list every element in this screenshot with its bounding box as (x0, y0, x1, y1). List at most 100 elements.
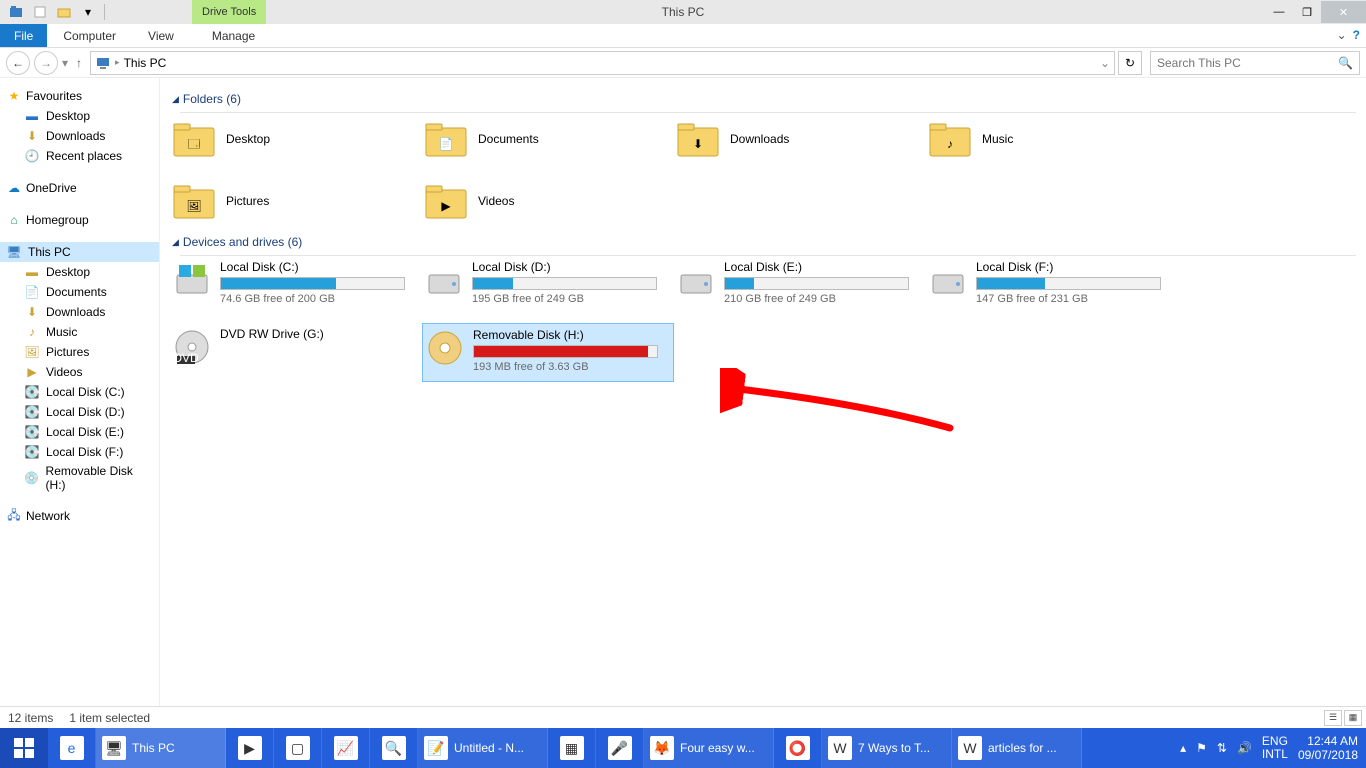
folder-tile[interactable]: ⬇Downloads (674, 113, 926, 165)
taskbar-app[interactable]: 🦊Four easy w... (644, 728, 774, 768)
close-button[interactable]: ✕ (1321, 1, 1366, 23)
capacity-bar (473, 345, 658, 358)
taskbar-app[interactable]: 🔍 (370, 728, 418, 768)
sidebar-item[interactable]: 📄Documents (0, 282, 159, 302)
taskbar-app[interactable]: ▶ (226, 728, 274, 768)
drive-tile[interactable]: Removable Disk (H:)193 MB free of 3.63 G… (422, 323, 674, 382)
folder-tile[interactable]: 📄Documents (422, 113, 674, 165)
quick-access-toolbar: ▾ (4, 2, 109, 22)
sidebar-item[interactable]: 🖼Pictures (0, 342, 159, 362)
sidebar-item[interactable]: 💽Local Disk (C:) (0, 382, 159, 402)
drive-tile[interactable]: Local Disk (E:)210 GB free of 249 GB (674, 256, 926, 313)
refresh-button[interactable]: ↻ (1118, 51, 1142, 75)
collapse-icon[interactable]: ◢ (172, 237, 179, 248)
address-dropdown-icon[interactable]: ⌄ (1100, 56, 1110, 70)
minimize-button[interactable]: — (1265, 1, 1293, 23)
tray-overflow-icon[interactable]: ▴ (1180, 741, 1186, 755)
sidebar-group-onedrive[interactable]: ☁ OneDrive (0, 178, 159, 198)
tray-network-icon[interactable]: ⇅ (1217, 741, 1227, 755)
breadcrumb-item[interactable]: This PC (124, 56, 167, 70)
maximize-button[interactable]: ❐ (1293, 1, 1321, 23)
qa-properties-icon[interactable] (30, 2, 50, 22)
sidebar-item[interactable]: 💿Removable Disk (H:) (0, 462, 159, 494)
sidebar-item[interactable]: ⬇Downloads (0, 302, 159, 322)
sidebar-group-favourites[interactable]: ★ Favourites (0, 86, 159, 106)
taskbar-app[interactable]: 📈 (322, 728, 370, 768)
view-tiles-button[interactable]: ▦ (1344, 710, 1362, 726)
search-icon[interactable]: 🔍 (1338, 56, 1353, 70)
qa-dropdown-icon[interactable]: ▾ (78, 2, 98, 22)
sidebar-item-desktop[interactable]: ▬Desktop (0, 106, 159, 126)
back-button[interactable]: ← (6, 51, 30, 75)
sidebar-group-homegroup[interactable]: ⌂ Homegroup (0, 210, 159, 230)
tab-view[interactable]: View (132, 24, 190, 47)
sidebar-item-recent[interactable]: 🕘Recent places (0, 146, 159, 166)
tray-volume-icon[interactable]: 🔊 (1237, 741, 1252, 755)
folder-icon: 🗔 (172, 119, 216, 159)
qa-icon[interactable] (6, 2, 26, 22)
help-icon[interactable]: ? (1353, 28, 1360, 42)
sidebar-group-thispc[interactable]: 🖥 This PC (0, 242, 159, 262)
taskbar-app[interactable]: 📝Untitled - N... (418, 728, 548, 768)
sidebar-item[interactable]: ▬Desktop (0, 262, 159, 282)
view-details-button[interactable]: ☰ (1324, 710, 1342, 726)
folder-tile[interactable]: 🖼Pictures (170, 175, 422, 227)
tray-clock[interactable]: 12:44 AM 09/07/2018 (1298, 734, 1358, 763)
folder-tile[interactable]: 🗔Desktop (170, 113, 422, 165)
file-tab[interactable]: File (0, 24, 47, 47)
navigation-pane: ★ Favourites ▬Desktop ⬇Downloads 🕘Recent… (0, 78, 160, 706)
sidebar-item[interactable]: ♪Music (0, 322, 159, 342)
tab-computer[interactable]: Computer (47, 24, 132, 47)
forward-button[interactable]: → (34, 51, 58, 75)
sidebar-label: Favourites (26, 89, 82, 103)
section-drives-header[interactable]: ◢ Devices and drives (6) (172, 235, 1356, 249)
taskbar-app[interactable]: Warticles for ... (952, 728, 1082, 768)
taskbar-app[interactable]: 🖥This PC (96, 728, 226, 768)
collapse-icon[interactable]: ◢ (172, 94, 179, 105)
drive-tile[interactable]: Local Disk (C:)74.6 GB free of 200 GB (170, 256, 422, 313)
item-icon: 💽 (24, 424, 40, 440)
app-icon: 🔍 (382, 736, 406, 760)
sidebar-item[interactable]: 💽Local Disk (E:) (0, 422, 159, 442)
address-bar[interactable]: ▸ This PC ⌄ (90, 51, 1115, 75)
search-box[interactable]: 🔍 (1150, 51, 1360, 75)
folder-label: Documents (478, 132, 539, 146)
taskbar-ie[interactable]: e (48, 728, 96, 768)
drive-tile[interactable]: DVDDVD RW Drive (G:) (170, 323, 422, 382)
drive-free-text: 147 GB free of 231 GB (976, 293, 1161, 305)
drive-free-text: 193 MB free of 3.63 GB (473, 361, 658, 373)
drive-tile[interactable]: Local Disk (D:)195 GB free of 249 GB (422, 256, 674, 313)
folder-label: Pictures (226, 194, 269, 208)
status-count: 12 items (8, 711, 53, 725)
up-button[interactable]: ↑ (76, 56, 82, 70)
tray-language[interactable]: ENG INTL (1262, 735, 1288, 761)
search-input[interactable] (1157, 56, 1327, 70)
folder-tile[interactable]: ▶Videos (422, 175, 674, 227)
breadcrumb-separator-icon[interactable]: ▸ (115, 57, 120, 68)
qa-new-folder-icon[interactable] (54, 2, 74, 22)
contextual-tab-drive-tools[interactable]: Drive Tools (192, 0, 266, 24)
sidebar-item[interactable]: 💽Local Disk (F:) (0, 442, 159, 462)
drive-icon (172, 260, 212, 300)
drive-label: Local Disk (D:) (472, 260, 657, 274)
app-icon: 📝 (424, 736, 448, 760)
sidebar-item-downloads[interactable]: ⬇Downloads (0, 126, 159, 146)
ribbon-expand-icon[interactable]: ⌄ (1337, 28, 1347, 42)
taskbar-app[interactable]: 🎤 (596, 728, 644, 768)
drive-tile[interactable]: Local Disk (F:)147 GB free of 231 GB (926, 256, 1178, 313)
sidebar-item[interactable]: ▶Videos (0, 362, 159, 382)
folder-tile[interactable]: ♪Music (926, 113, 1178, 165)
sidebar-item[interactable]: 💽Local Disk (D:) (0, 402, 159, 422)
taskbar-app[interactable]: ▦ (548, 728, 596, 768)
sidebar-group-network[interactable]: 🖧 Network (0, 506, 159, 526)
taskbar-app[interactable]: ▢ (274, 728, 322, 768)
section-folders-header[interactable]: ◢ Folders (6) (172, 92, 1356, 106)
recent-locations-dropdown[interactable]: ▾ (62, 56, 68, 70)
navigation-bar: ← → ▾ ↑ ▸ This PC ⌄ ↻ 🔍 (0, 48, 1366, 78)
tray-flag-icon[interactable]: ⚑ (1196, 741, 1207, 755)
taskbar-app[interactable]: ⭕ (774, 728, 822, 768)
tab-manage[interactable]: Manage (196, 24, 271, 47)
start-button[interactable] (0, 728, 48, 768)
taskbar-app[interactable]: W7 Ways to T... (822, 728, 952, 768)
desktop-icon: ▬ (24, 108, 40, 124)
